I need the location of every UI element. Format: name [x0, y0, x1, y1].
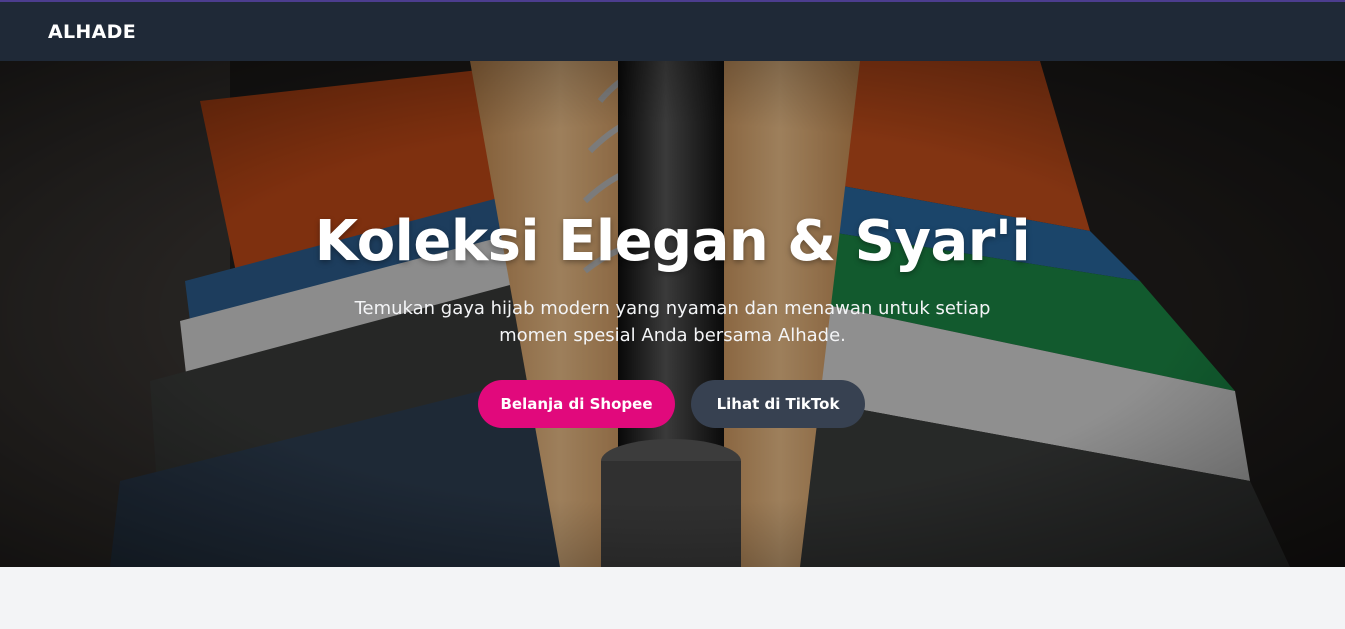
shop-on-shopee-button[interactable]: Belanja di Shopee [478, 380, 675, 428]
brand-logo[interactable]: ALHADE [48, 21, 136, 43]
hero-section: Koleksi Elegan & Syar'i Temukan gaya hij… [0, 61, 1345, 567]
hero-title: Koleksi Elegan & Syar'i [314, 209, 1031, 274]
hero-subtitle: Temukan gaya hijab modern yang nyaman da… [354, 298, 991, 346]
view-on-tiktok-button[interactable]: Lihat di TikTok [691, 380, 865, 428]
hero-content: Koleksi Elegan & Syar'i Temukan gaya hij… [0, 61, 1345, 567]
navbar: ALHADE [0, 0, 1345, 61]
page-content-area [0, 567, 1345, 629]
